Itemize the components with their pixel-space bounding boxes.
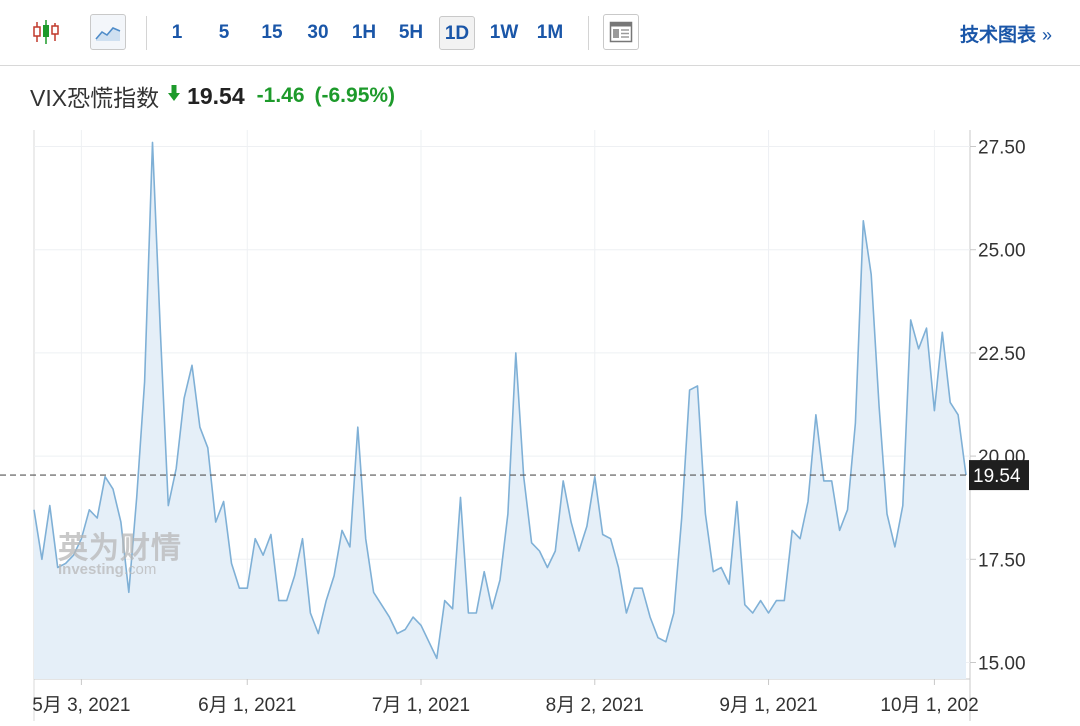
y-tick-label: 22.50 [978,344,1026,365]
x-tick-label: 7月 1, 2021 [372,695,470,716]
y-tick-label: 15.00 [978,653,1026,674]
y-tick-label: 17.50 [978,550,1026,571]
candlestick-icon[interactable] [28,14,64,50]
watermark-en-suffix: .com [123,561,157,578]
area-chart-icon[interactable] [90,14,126,50]
layout-icon[interactable] [603,14,639,50]
x-tick-label: 9月 1, 2021 [719,695,817,716]
toolbar-divider [588,16,589,50]
interval-button-1m[interactable]: 1M [530,16,570,50]
chevron-right-icon: » [1041,25,1052,45]
tech-chart-link[interactable]: 技术图表» [960,20,1052,47]
current-price-label: 19.54 [973,466,1021,487]
interval-button-1[interactable]: 1 [162,16,192,50]
interval-button-5[interactable]: 5 [209,16,239,50]
vix-area-chart[interactable]: 15.0017.5020.0022.5025.0027.50 5月 3, 202… [0,66,1080,721]
x-tick-label: 5月 3, 2021 [32,695,130,716]
toolbar-divider [146,16,147,50]
interval-button-30[interactable]: 30 [299,16,337,50]
watermark-en-prefix: Investing [58,561,124,578]
chart-area[interactable]: 15.00 17.50 20.00 22.50 25.00 27.50 5月 3, 202… [0,66,1080,721]
y-tick-label: 25.00 [978,241,1026,262]
x-tick-label: 8月 2, 2021 [546,695,644,716]
interval-button-1h[interactable]: 1H [344,16,384,50]
area-fill [34,142,966,679]
x-tick-label: 10月 1, 202 [880,695,978,716]
chart-toolbar: 1 5 15 30 1H 5H 1D 1W 1M 技术图表» [0,0,1080,66]
y-tick-label: 27.50 [978,138,1026,159]
investing-watermark: 英为财情 Investing.com [58,523,182,578]
interval-button-15[interactable]: 15 [253,16,291,50]
interval-button-1w[interactable]: 1W [484,16,524,50]
x-tick-label: 6月 1, 2021 [198,695,296,716]
interval-button-5h[interactable]: 5H [391,16,431,50]
tech-chart-label: 技术图表 [959,25,1036,46]
interval-button-1d[interactable]: 1D [439,16,475,50]
